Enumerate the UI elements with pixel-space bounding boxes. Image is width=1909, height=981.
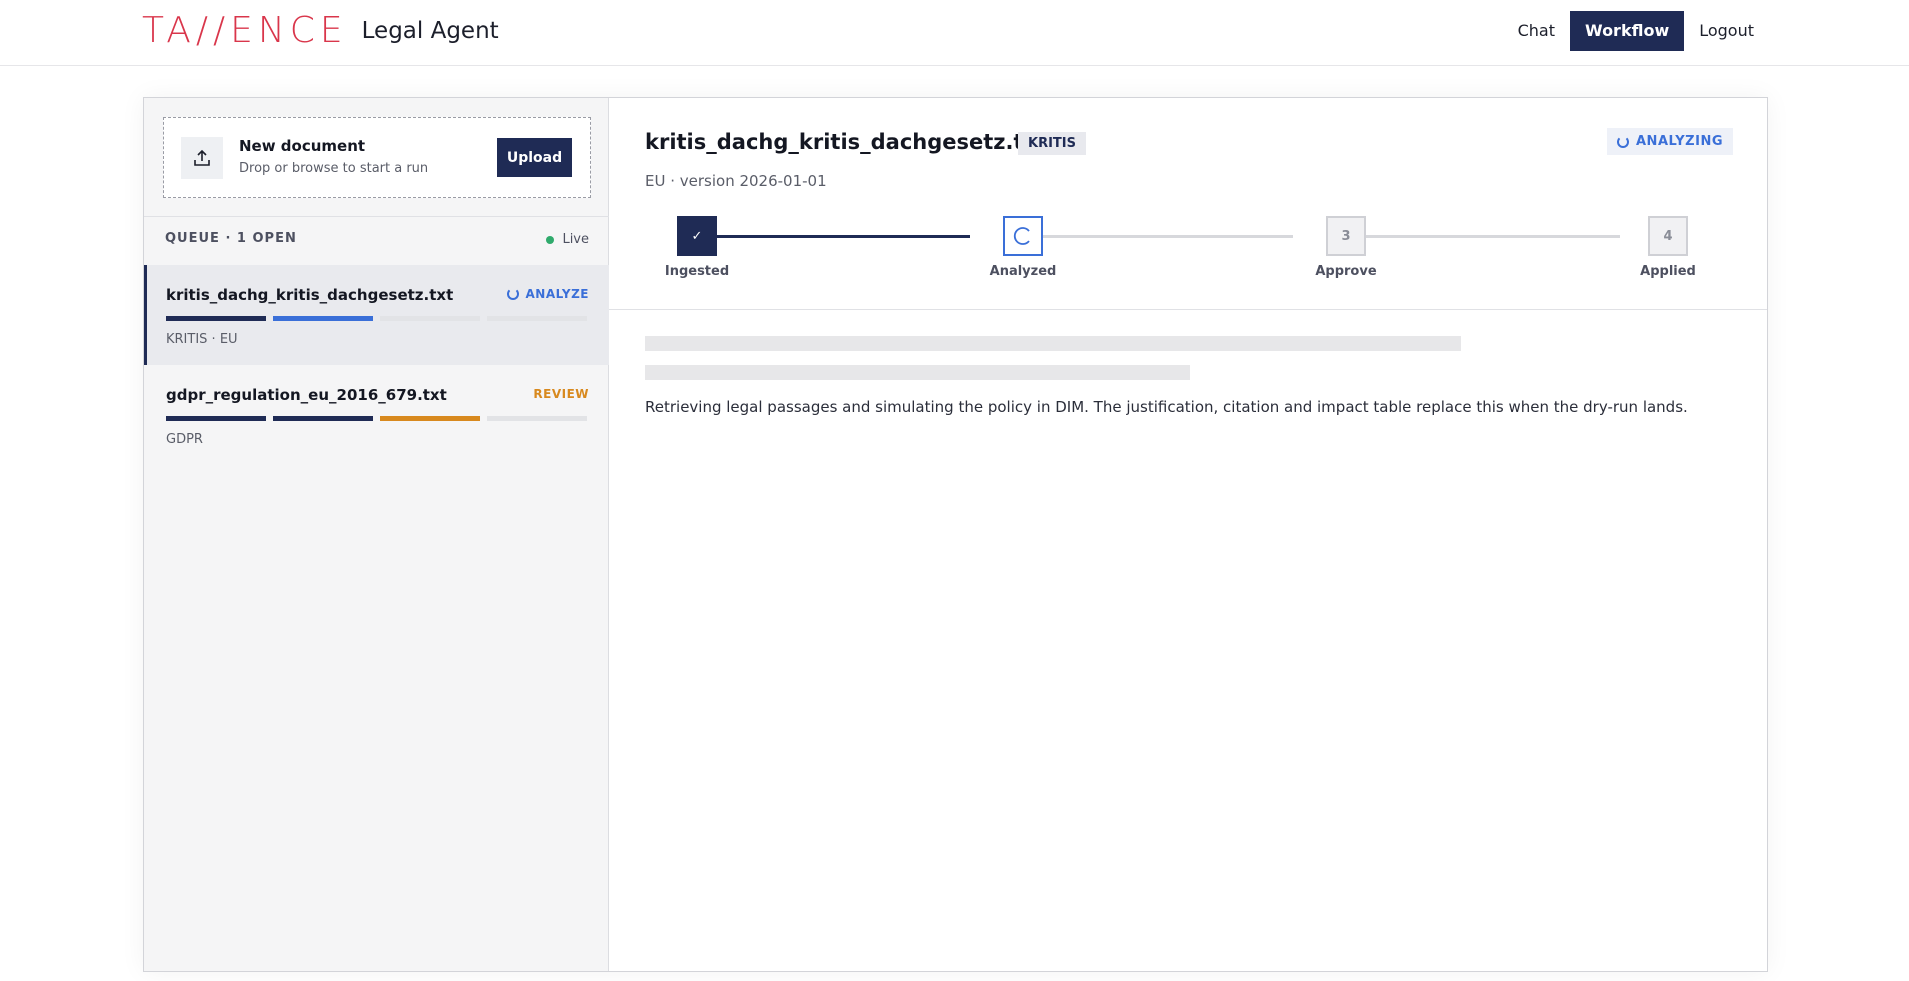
step-number: 3	[1341, 228, 1351, 244]
upload-dropzone[interactable]: New document Drop or browse to start a r…	[163, 117, 591, 198]
step-approve-marker: 3	[1326, 216, 1366, 256]
spinner-icon	[1617, 135, 1629, 148]
status-badge: ANALYZING	[1607, 128, 1733, 155]
document-tag: KRITIS	[1018, 132, 1086, 155]
queue-item-meta: KRITIS · EU	[166, 332, 238, 347]
brand-logo: TA//ENCE	[142, 10, 348, 51]
check-icon: ✓	[691, 228, 703, 244]
queue-item-name: gdpr_regulation_eu_2016_679.txt	[166, 386, 447, 404]
queue-item-status: ANALYZE	[506, 287, 589, 301]
step-applied-marker: 4	[1648, 216, 1688, 256]
nav-logout[interactable]: Logout	[1684, 11, 1769, 51]
queue-item-status-label: REVIEW	[533, 387, 589, 401]
live-dot-icon	[546, 235, 555, 244]
progress-segment	[166, 316, 266, 321]
brand[interactable]: TA//ENCE Legal Agent	[142, 13, 499, 49]
queue-item-status: REVIEW	[533, 387, 589, 401]
step-connector	[1366, 235, 1620, 238]
step-analyzed-marker	[1003, 216, 1043, 256]
loading-message: Retrieving legal passages and simulating…	[645, 398, 1688, 416]
queue-item-meta: GDPR	[166, 432, 203, 447]
main-nav: Chat Workflow Logout	[1503, 11, 1769, 51]
progress-segment	[273, 316, 373, 321]
upload-icon	[181, 137, 223, 179]
step-connector	[717, 235, 970, 238]
nav-chat[interactable]: Chat	[1503, 11, 1570, 51]
nav-workflow[interactable]: Workflow	[1569, 11, 1685, 51]
queue-item[interactable]: gdpr_regulation_eu_2016_679.txt REVIEW G…	[144, 365, 609, 465]
progress-segment	[166, 416, 266, 421]
progress-segment	[380, 416, 480, 421]
progress-segment	[380, 316, 480, 321]
workflow-stepper: ✓ Ingested Analyzed 3 Approve 4 Applied	[609, 216, 1767, 279]
live-label: Live	[562, 232, 589, 247]
progress-segment	[273, 416, 373, 421]
status-badge-label: ANALYZING	[1636, 134, 1723, 149]
upload-button[interactable]: Upload	[497, 138, 572, 177]
step-connector	[1043, 235, 1293, 238]
upload-title: New document	[239, 137, 366, 155]
top-navigation-bar: TA//ENCE Legal Agent Chat Workflow Logou…	[0, 0, 1909, 66]
queue-item-name: kritis_dachg_kritis_dachgesetz.txt	[166, 286, 454, 304]
queue-item-progress	[166, 416, 594, 421]
loading-skeleton-line	[645, 336, 1461, 351]
step-analyzed-label: Analyzed	[989, 264, 1057, 279]
document-title: kritis_dachg_kritis_dachgesetz.txt	[645, 130, 1048, 154]
progress-segment	[487, 316, 587, 321]
queue-sidebar: New document Drop or browse to start a r…	[144, 98, 609, 971]
section-divider	[609, 309, 1767, 310]
step-applied-label: Applied	[1640, 264, 1696, 279]
product-name: Legal Agent	[361, 18, 499, 44]
queue-title: QUEUE · 1 OPEN	[165, 231, 297, 246]
queue-header: QUEUE · 1 OPEN Live	[144, 216, 609, 265]
upload-subtitle: Drop or browse to start a run	[239, 161, 429, 176]
step-approve-label: Approve	[1315, 264, 1377, 279]
spinner-icon	[506, 288, 519, 300]
queue-item-progress	[166, 316, 594, 321]
step-ingested-marker: ✓	[677, 216, 717, 256]
step-number: 4	[1663, 228, 1673, 244]
workflow-card: New document Drop or browse to start a r…	[143, 97, 1768, 972]
loading-icon	[1013, 227, 1030, 245]
document-subtitle: EU · version 2026-01-01	[645, 172, 827, 190]
document-detail: kritis_dachg_kritis_dachgesetz.txt KRITI…	[609, 98, 1767, 971]
step-ingested-label: Ingested	[664, 264, 730, 279]
loading-skeleton-line	[645, 365, 1190, 380]
progress-segment	[487, 416, 587, 421]
live-indicator: Live	[546, 232, 589, 247]
queue-item-status-label: ANALYZE	[525, 287, 589, 301]
queue-item[interactable]: kritis_dachg_kritis_dachgesetz.txt ANALY…	[144, 265, 609, 365]
